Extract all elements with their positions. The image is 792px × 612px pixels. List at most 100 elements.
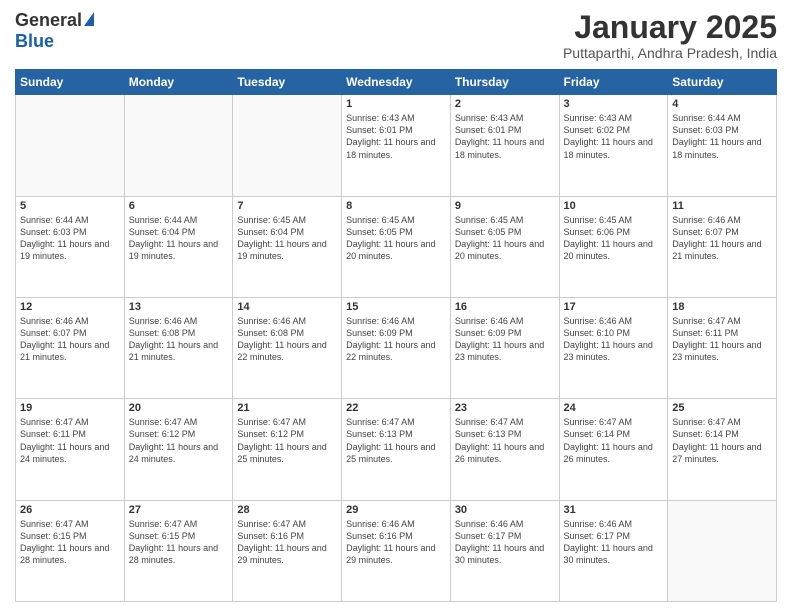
calendar-day-header: Sunday: [16, 70, 125, 95]
calendar-day-cell: 11 Sunrise: 6:46 AM Sunset: 6:07 PM Dayli…: [668, 196, 777, 297]
day-info: Sunrise: 6:45 AM Sunset: 6:05 PM Dayligh…: [455, 214, 555, 263]
location: Puttaparthi, Andhra Pradesh, India: [563, 45, 777, 61]
day-number: 16: [455, 301, 555, 313]
day-info: Sunrise: 6:47 AM Sunset: 6:11 PM Dayligh…: [20, 416, 120, 465]
day-info: Sunrise: 6:43 AM Sunset: 6:01 PM Dayligh…: [455, 112, 555, 161]
day-number: 11: [672, 200, 772, 212]
page: General Blue January 2025 Puttaparthi, A…: [0, 0, 792, 612]
calendar-day-cell: [124, 95, 233, 196]
day-number: 24: [564, 402, 664, 414]
day-info: Sunrise: 6:43 AM Sunset: 6:02 PM Dayligh…: [564, 112, 664, 161]
day-number: 9: [455, 200, 555, 212]
calendar-day-header: Tuesday: [233, 70, 342, 95]
calendar-day-cell: [233, 95, 342, 196]
day-number: 31: [564, 504, 664, 516]
day-info: Sunrise: 6:47 AM Sunset: 6:13 PM Dayligh…: [346, 416, 446, 465]
logo-general: General: [15, 10, 82, 31]
day-number: 8: [346, 200, 446, 212]
day-number: 14: [237, 301, 337, 313]
day-info: Sunrise: 6:47 AM Sunset: 6:14 PM Dayligh…: [672, 416, 772, 465]
day-info: Sunrise: 6:44 AM Sunset: 6:03 PM Dayligh…: [20, 214, 120, 263]
calendar-week-row: 19Sunrise: 6:47 AM Sunset: 6:11 PM Dayli…: [16, 399, 777, 500]
calendar-header-row: SundayMondayTuesdayWednesdayThursdayFrid…: [16, 70, 777, 95]
calendar-day-cell: 17 Sunrise: 6:46 AM Sunset: 6:10 PM Dayli…: [559, 297, 668, 398]
calendar-day-header: Wednesday: [342, 70, 451, 95]
day-number: 20: [129, 402, 229, 414]
day-number: 28: [237, 504, 337, 516]
day-number: 30: [455, 504, 555, 516]
day-info: Sunrise: 6:46 AM Sunset: 6:09 PM Dayligh…: [346, 315, 446, 364]
day-number: 17: [564, 301, 664, 313]
month-title: January 2025: [563, 10, 777, 45]
calendar-week-row: 1 Sunrise: 6:43 AM Sunset: 6:01 PM Daylig…: [16, 95, 777, 196]
day-number: 13: [129, 301, 229, 313]
day-info: Sunrise: 6:44 AM Sunset: 6:04 PM Dayligh…: [129, 214, 229, 263]
logo-blue: Blue: [15, 31, 54, 52]
day-number: 22: [346, 402, 446, 414]
calendar-day-cell: 22 Sunrise: 6:47 AM Sunset: 6:13 PM Dayli…: [342, 399, 451, 500]
day-info: Sunrise: 6:45 AM Sunset: 6:05 PM Dayligh…: [346, 214, 446, 263]
day-info: Sunrise: 6:46 AM Sunset: 6:17 PM Dayligh…: [564, 518, 664, 567]
calendar-day-cell: 26 Sunrise: 6:47 AM Sunset: 6:15 PM Dayli…: [16, 500, 125, 601]
calendar-week-row: 26 Sunrise: 6:47 AM Sunset: 6:15 PM Dayli…: [16, 500, 777, 601]
day-number: 2: [455, 98, 555, 110]
day-number: 10: [564, 200, 664, 212]
calendar-day-cell: 25 Sunrise: 6:47 AM Sunset: 6:14 PM Dayli…: [668, 399, 777, 500]
day-number: 4: [672, 98, 772, 110]
day-info: Sunrise: 6:46 AM Sunset: 6:17 PM Dayligh…: [455, 518, 555, 567]
calendar-day-cell: 2 Sunrise: 6:43 AM Sunset: 6:01 PM Daylig…: [450, 95, 559, 196]
calendar-day-cell: 29Sunrise: 6:46 AM Sunset: 6:16 PM Dayli…: [342, 500, 451, 601]
day-info: Sunrise: 6:46 AM Sunset: 6:09 PM Dayligh…: [455, 315, 555, 364]
day-number: 15: [346, 301, 446, 313]
day-info: Sunrise: 6:47 AM Sunset: 6:15 PM Dayligh…: [129, 518, 229, 567]
calendar-day-header: Friday: [559, 70, 668, 95]
day-number: 23: [455, 402, 555, 414]
calendar-day-cell: 18 Sunrise: 6:47 AM Sunset: 6:11 PM Dayli…: [668, 297, 777, 398]
calendar-day-cell: 1 Sunrise: 6:43 AM Sunset: 6:01 PM Daylig…: [342, 95, 451, 196]
day-number: 7: [237, 200, 337, 212]
day-info: Sunrise: 6:47 AM Sunset: 6:15 PM Dayligh…: [20, 518, 120, 567]
day-number: 18: [672, 301, 772, 313]
day-number: 12: [20, 301, 120, 313]
logo: General Blue: [15, 10, 94, 52]
calendar-day-cell: 27 Sunrise: 6:47 AM Sunset: 6:15 PM Dayli…: [124, 500, 233, 601]
day-number: 1: [346, 98, 446, 110]
calendar-week-row: 12Sunrise: 6:46 AM Sunset: 6:07 PM Dayli…: [16, 297, 777, 398]
day-number: 26: [20, 504, 120, 516]
calendar-day-cell: 30 Sunrise: 6:46 AM Sunset: 6:17 PM Dayli…: [450, 500, 559, 601]
day-info: Sunrise: 6:46 AM Sunset: 6:08 PM Dayligh…: [237, 315, 337, 364]
calendar-day-cell: 5Sunrise: 6:44 AM Sunset: 6:03 PM Daylig…: [16, 196, 125, 297]
day-info: Sunrise: 6:47 AM Sunset: 6:13 PM Dayligh…: [455, 416, 555, 465]
day-info: Sunrise: 6:46 AM Sunset: 6:07 PM Dayligh…: [672, 214, 772, 263]
day-number: 27: [129, 504, 229, 516]
calendar-day-cell: 7Sunrise: 6:45 AM Sunset: 6:04 PM Daylig…: [233, 196, 342, 297]
calendar-day-cell: 24Sunrise: 6:47 AM Sunset: 6:14 PM Dayli…: [559, 399, 668, 500]
calendar-day-cell: 3 Sunrise: 6:43 AM Sunset: 6:02 PM Daylig…: [559, 95, 668, 196]
day-info: Sunrise: 6:46 AM Sunset: 6:08 PM Dayligh…: [129, 315, 229, 364]
day-info: Sunrise: 6:43 AM Sunset: 6:01 PM Dayligh…: [346, 112, 446, 161]
day-number: 25: [672, 402, 772, 414]
calendar-day-cell: 14 Sunrise: 6:46 AM Sunset: 6:08 PM Dayli…: [233, 297, 342, 398]
calendar-day-header: Saturday: [668, 70, 777, 95]
calendar-day-cell: 8 Sunrise: 6:45 AM Sunset: 6:05 PM Daylig…: [342, 196, 451, 297]
calendar-day-cell: 12Sunrise: 6:46 AM Sunset: 6:07 PM Dayli…: [16, 297, 125, 398]
day-info: Sunrise: 6:47 AM Sunset: 6:11 PM Dayligh…: [672, 315, 772, 364]
calendar-day-header: Thursday: [450, 70, 559, 95]
calendar-day-cell: 4Sunrise: 6:44 AM Sunset: 6:03 PM Daylig…: [668, 95, 777, 196]
calendar-day-cell: 16 Sunrise: 6:46 AM Sunset: 6:09 PM Dayli…: [450, 297, 559, 398]
calendar-day-header: Monday: [124, 70, 233, 95]
day-number: 6: [129, 200, 229, 212]
day-number: 3: [564, 98, 664, 110]
calendar-day-cell: [16, 95, 125, 196]
calendar-day-cell: 20 Sunrise: 6:47 AM Sunset: 6:12 PM Dayli…: [124, 399, 233, 500]
calendar-day-cell: 6 Sunrise: 6:44 AM Sunset: 6:04 PM Daylig…: [124, 196, 233, 297]
calendar-day-cell: 23 Sunrise: 6:47 AM Sunset: 6:13 PM Dayli…: [450, 399, 559, 500]
calendar-day-cell: [668, 500, 777, 601]
calendar-week-row: 5Sunrise: 6:44 AM Sunset: 6:03 PM Daylig…: [16, 196, 777, 297]
calendar-table: SundayMondayTuesdayWednesdayThursdayFrid…: [15, 69, 777, 602]
day-info: Sunrise: 6:47 AM Sunset: 6:12 PM Dayligh…: [129, 416, 229, 465]
calendar-day-cell: 13 Sunrise: 6:46 AM Sunset: 6:08 PM Dayli…: [124, 297, 233, 398]
calendar-day-cell: 31 Sunrise: 6:46 AM Sunset: 6:17 PM Dayli…: [559, 500, 668, 601]
calendar-day-cell: 28Sunrise: 6:47 AM Sunset: 6:16 PM Dayli…: [233, 500, 342, 601]
day-info: Sunrise: 6:46 AM Sunset: 6:10 PM Dayligh…: [564, 315, 664, 364]
